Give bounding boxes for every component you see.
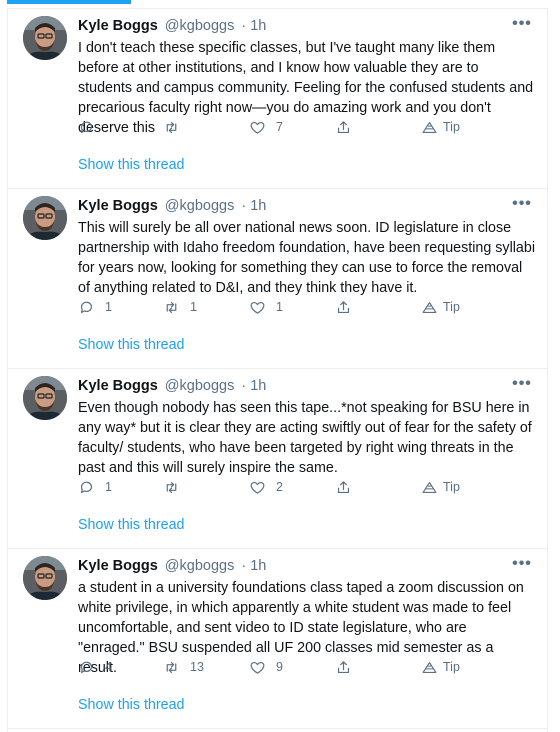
avatar[interactable]	[23, 556, 67, 600]
more-options-icon[interactable]: •••	[511, 555, 533, 573]
avatar[interactable]	[23, 196, 67, 240]
show-thread-link[interactable]: Show this thread	[78, 157, 185, 173]
like-count: 9	[276, 660, 283, 674]
author-name[interactable]: Kyle Boggs	[78, 378, 158, 394]
tweet-header: Kyle Boggs @kgboggs · 1h •••	[78, 555, 533, 578]
share-button[interactable]	[335, 117, 352, 137]
timestamp[interactable]: · 1h	[241, 18, 266, 34]
share-icon	[335, 119, 352, 136]
tweet[interactable]: Kyle Boggs @kgboggs · 1h ••• Even though…	[8, 368, 547, 548]
author-handle[interactable]: @kgboggs	[165, 378, 235, 394]
tip-label: Tip	[443, 480, 460, 494]
like-button[interactable]: 2	[249, 477, 283, 497]
reply-button[interactable]	[78, 117, 105, 137]
reply-icon	[78, 119, 95, 136]
tip-icon	[421, 299, 438, 316]
like-button[interactable]: 1	[249, 297, 283, 317]
tip-icon	[421, 119, 438, 136]
tweet-header: Kyle Boggs @kgboggs · 1h •••	[78, 15, 533, 38]
author-handle[interactable]: @kgboggs	[165, 198, 235, 214]
more-options-icon[interactable]: •••	[511, 375, 533, 393]
retweet-icon	[163, 479, 180, 496]
reply-button[interactable]: 4	[78, 657, 112, 677]
share-icon	[335, 299, 352, 316]
tip-button[interactable]: Tip	[421, 657, 460, 677]
reply-button[interactable]: 1	[78, 477, 112, 497]
tweet-actions: 1 2 Tip	[78, 477, 538, 497]
timeline-border-right	[547, 8, 548, 732]
tweet-divider	[7, 728, 548, 729]
tweet-text: Even though nobody has seen this tape...…	[78, 400, 532, 476]
reply-icon	[78, 659, 95, 676]
more-options-icon[interactable]: •••	[511, 195, 533, 213]
reply-count: 4	[105, 660, 112, 674]
like-button[interactable]: 9	[249, 657, 283, 677]
more-options-icon[interactable]: •••	[511, 15, 533, 33]
tip-label: Tip	[443, 120, 460, 134]
share-button[interactable]	[335, 477, 352, 497]
tweet-actions: 7 Tip	[78, 117, 538, 137]
show-thread-link[interactable]: Show this thread	[78, 517, 185, 533]
retweet-icon	[163, 119, 180, 136]
tweet[interactable]: Kyle Boggs @kgboggs · 1h ••• I don't tea…	[8, 8, 547, 188]
heart-icon	[249, 119, 266, 136]
like-count: 2	[276, 480, 283, 494]
tweet-text: This will surely be all over national ne…	[78, 220, 536, 296]
show-thread-link[interactable]: Show this thread	[78, 697, 185, 713]
tweet[interactable]: Kyle Boggs @kgboggs · 1h ••• This will s…	[8, 188, 547, 368]
retweet-icon	[163, 659, 180, 676]
timestamp[interactable]: · 1h	[241, 198, 266, 214]
timestamp[interactable]: · 1h	[241, 558, 266, 574]
tweet-header: Kyle Boggs @kgboggs · 1h •••	[78, 195, 533, 218]
reply-icon	[78, 479, 95, 496]
tip-label: Tip	[443, 300, 460, 314]
author-name[interactable]: Kyle Boggs	[78, 198, 158, 214]
tip-label: Tip	[443, 660, 460, 674]
like-count: 7	[276, 120, 283, 134]
reply-count: 1	[105, 480, 112, 494]
like-button[interactable]: 7	[249, 117, 283, 137]
tweet-header: Kyle Boggs @kgboggs · 1h •••	[78, 375, 533, 398]
retweet-button[interactable]	[163, 117, 190, 137]
heart-icon	[249, 299, 266, 316]
reply-button[interactable]: 1	[78, 297, 112, 317]
timestamp[interactable]: · 1h	[241, 378, 266, 394]
tweet-actions: 4 13 9 Tip	[78, 657, 538, 677]
avatar[interactable]	[23, 16, 67, 60]
heart-icon	[249, 659, 266, 676]
avatar[interactable]	[23, 376, 67, 420]
tip-icon	[421, 479, 438, 496]
tip-icon	[421, 659, 438, 676]
share-button[interactable]	[335, 657, 352, 677]
tip-button[interactable]: Tip	[421, 117, 460, 137]
retweet-button[interactable]: 1	[163, 297, 197, 317]
author-handle[interactable]: @kgboggs	[165, 558, 235, 574]
like-count: 1	[276, 300, 283, 314]
share-icon	[335, 659, 352, 676]
retweet-icon	[163, 299, 180, 316]
active-tab-indicator	[7, 0, 131, 4]
retweet-button[interactable]: 13	[163, 657, 204, 677]
author-name[interactable]: Kyle Boggs	[78, 558, 158, 574]
share-icon	[335, 479, 352, 496]
heart-icon	[249, 479, 266, 496]
author-handle[interactable]: @kgboggs	[165, 18, 235, 34]
retweet-button[interactable]	[163, 477, 190, 497]
reply-icon	[78, 299, 95, 316]
tweet-actions: 1 1 1 Tip	[78, 297, 538, 317]
tweet[interactable]: Kyle Boggs @kgboggs · 1h ••• a student i…	[8, 548, 547, 728]
show-thread-link[interactable]: Show this thread	[78, 337, 185, 353]
author-name[interactable]: Kyle Boggs	[78, 18, 158, 34]
tip-button[interactable]: Tip	[421, 477, 460, 497]
reply-count: 1	[105, 300, 112, 314]
share-button[interactable]	[335, 297, 352, 317]
retweet-count: 13	[190, 660, 204, 674]
tip-button[interactable]: Tip	[421, 297, 460, 317]
retweet-count: 1	[190, 300, 197, 314]
